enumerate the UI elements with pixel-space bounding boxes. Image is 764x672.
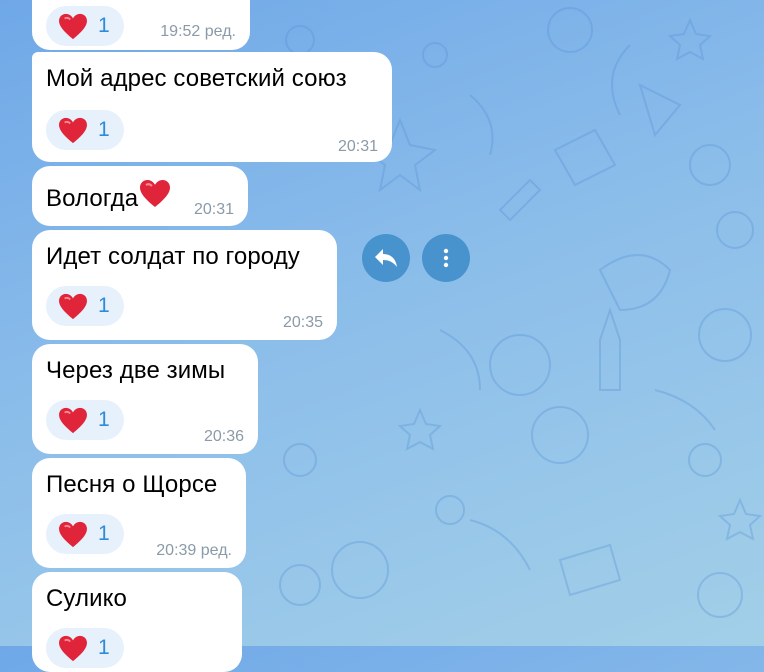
message-time: 20:35 (282, 314, 323, 331)
reaction-count: 1 (98, 636, 110, 659)
heart-icon (59, 117, 87, 143)
message-text: Мой адрес советский союз (46, 65, 347, 92)
message-time: 20:31 (193, 201, 234, 218)
heart-icon (59, 521, 87, 547)
reaction-badge[interactable]: 1 (46, 110, 124, 150)
message-text: Сулико (46, 585, 127, 612)
message-bubble[interactable]: Идет солдат по городу 1 20:35 (32, 230, 337, 340)
reaction-badge[interactable]: 1 (46, 628, 124, 668)
message-text: Идет солдат по городу (46, 243, 300, 270)
heart-icon (59, 293, 87, 319)
reaction-badge[interactable]: 1 (46, 400, 124, 440)
heart-icon (59, 407, 87, 433)
heart-icon (59, 635, 87, 661)
reaction-count: 1 (98, 522, 110, 545)
message-time: 20:36 (203, 428, 244, 445)
reaction-count: 1 (98, 14, 110, 37)
message-bubble[interactable]: Мой адрес советский союз 1 20:31 (32, 52, 392, 162)
message-text: Песня о Щорсе (46, 471, 218, 498)
heart-icon (140, 180, 171, 207)
more-options-button[interactable] (422, 234, 470, 282)
reaction-count: 1 (98, 118, 110, 141)
reply-icon (375, 249, 397, 267)
message-bubble[interactable]: Вологда 20:31 (32, 166, 248, 226)
message-time: 20:31 (337, 138, 378, 155)
reaction-badge[interactable]: 1 (46, 286, 124, 326)
message-text: Вологда (46, 179, 171, 213)
message-bubble[interactable]: Сулико 1 (32, 572, 242, 672)
heart-icon (59, 13, 87, 39)
more-vertical-icon (443, 248, 449, 268)
reaction-count: 1 (98, 408, 110, 431)
message-bubble[interactable]: 1 19:52 ред. (32, 0, 250, 50)
message-bubble[interactable]: Через две зимы 1 20:36 (32, 344, 258, 454)
message-time: 19:52 ред. (160, 23, 236, 40)
message-time: 20:39 ред. (156, 542, 232, 559)
reaction-badge[interactable]: 1 (46, 6, 124, 46)
reaction-badge[interactable]: 1 (46, 514, 124, 554)
reaction-count: 1 (98, 294, 110, 317)
message-bubble[interactable]: Песня о Щорсе 1 20:39 ред. (32, 458, 246, 568)
message-text: Через две зимы (46, 357, 226, 384)
reply-button[interactable] (362, 234, 410, 282)
